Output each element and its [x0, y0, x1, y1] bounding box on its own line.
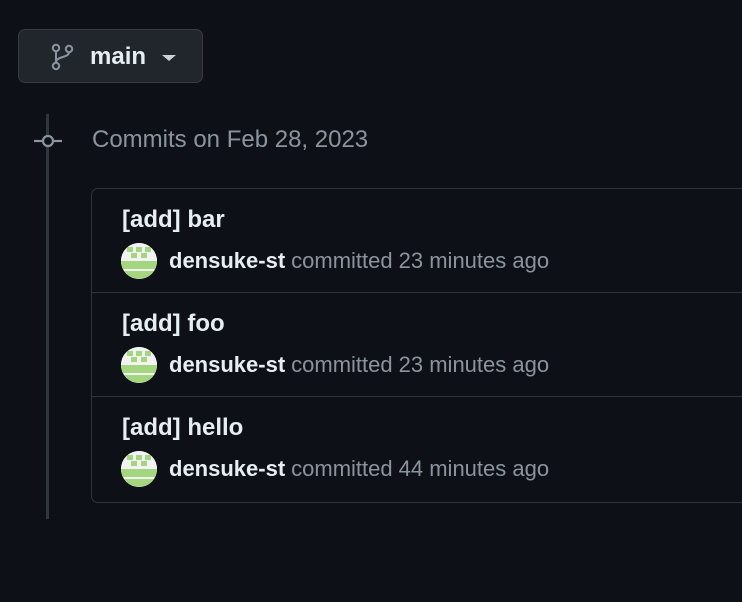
commit-time[interactable]: 23 minutes ago: [399, 248, 549, 273]
timeline-line: [46, 114, 49, 519]
commit-row: [add] hello densuke-st committed 44 minute…: [92, 397, 742, 501]
commit-title-link[interactable]: [add] hello: [122, 413, 243, 443]
git-commit-icon: [34, 134, 62, 148]
commit-action: committed: [291, 352, 393, 377]
commit-meta: densuke-st committed 44 minutes ago: [169, 454, 549, 484]
branch-selector-button[interactable]: main: [18, 29, 203, 83]
commit-history-page: main Commits on Feb 28, 2023 [add] bar d…: [0, 0, 742, 602]
commit-time[interactable]: 23 minutes ago: [399, 352, 549, 377]
branch-name: main: [90, 43, 147, 70]
git-branch-icon: [51, 43, 74, 71]
commit-list: [add] bar densuke-st committed 23 minutes …: [91, 188, 742, 503]
commit-meta: densuke-st committed 23 minutes ago: [169, 350, 549, 380]
commit-row: [add] foo densuke-st committed 23 minutes …: [92, 293, 742, 397]
commit-author-link[interactable]: densuke-st: [169, 456, 285, 481]
avatar[interactable]: [121, 347, 157, 383]
avatar[interactable]: [121, 451, 157, 487]
commit-author-link[interactable]: densuke-st: [169, 352, 285, 377]
commit-title-link[interactable]: [add] foo: [122, 309, 225, 339]
commit-group-heading: Commits on Feb 28, 2023: [92, 126, 369, 153]
commit-action: committed: [291, 248, 393, 273]
commit-row: [add] bar densuke-st committed 23 minutes …: [92, 189, 742, 293]
chevron-down-icon: [162, 55, 176, 61]
avatar[interactable]: [121, 243, 157, 279]
commit-author-link[interactable]: densuke-st: [169, 248, 285, 273]
commit-meta: densuke-st committed 23 minutes ago: [169, 246, 549, 276]
commit-time[interactable]: 44 minutes ago: [399, 456, 549, 481]
commit-title-link[interactable]: [add] bar: [122, 205, 225, 235]
commit-action: committed: [291, 456, 393, 481]
